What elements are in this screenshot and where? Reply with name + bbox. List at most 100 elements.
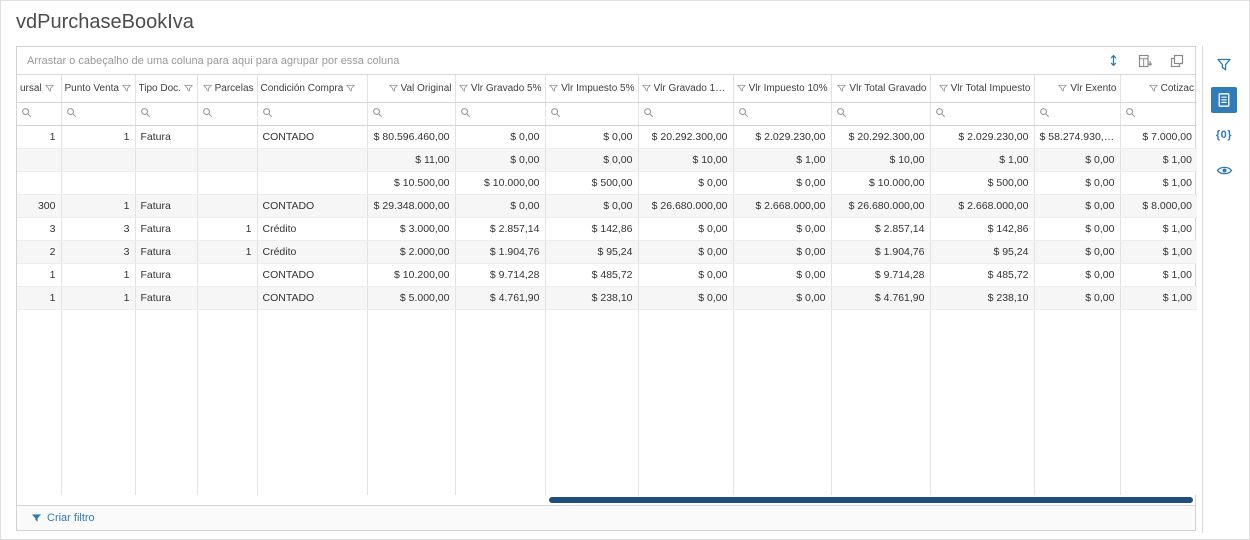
cell-cotizacion[interactable]: $ 1,00 xyxy=(1120,171,1197,194)
cell-val-original[interactable]: $ 2.000,00 xyxy=(367,240,455,263)
header-filter-icon[interactable] xyxy=(837,84,846,93)
table-row[interactable]: 23Fatura1Crédito$ 2.000,00$ 1.904,76$ 95… xyxy=(17,240,1197,263)
cell-vlr-impuesto-5[interactable]: $ 485,72 xyxy=(545,263,638,286)
table-row[interactable]: $ 11,00$ 0,00$ 0,00$ 10,00$ 1,00$ 10,00$… xyxy=(17,148,1197,171)
cell-vlr-impuesto-5[interactable]: $ 0,00 xyxy=(545,194,638,217)
cell-vlr-impuesto-10[interactable]: $ 0,00 xyxy=(733,240,831,263)
table-row[interactable]: 11FaturaCONTADO$ 5.000,00$ 4.761,90$ 238… xyxy=(17,286,1197,309)
header-filter-icon[interactable] xyxy=(642,84,651,93)
column-header-vlr-total-gravado[interactable]: Vlr Total Gravado xyxy=(831,75,930,102)
column-header-punto-venta[interactable]: Punto Venta xyxy=(61,75,135,102)
filter-cell-vlr-exento[interactable] xyxy=(1034,102,1120,125)
cell-vlr-total-impuesto[interactable]: $ 485,72 xyxy=(930,263,1034,286)
cell-parcelas[interactable] xyxy=(197,171,257,194)
cell-punto-venta[interactable]: 3 xyxy=(61,240,135,263)
cell-vlr-gravado-10[interactable]: $ 0,00 xyxy=(638,263,733,286)
filter-cell-val-original[interactable] xyxy=(367,102,455,125)
cell-punto-venta[interactable] xyxy=(61,171,135,194)
cell-vlr-total-gravado[interactable]: $ 26.680.000,00 xyxy=(831,194,930,217)
cell-tipo-doc[interactable]: Fatura xyxy=(135,217,197,240)
cell-vlr-exento[interactable]: $ 0,00 xyxy=(1034,263,1120,286)
column-header-cotizacion[interactable]: Cotizac xyxy=(1120,75,1197,102)
cell-punto-venta[interactable]: 1 xyxy=(61,194,135,217)
cell-sucursal[interactable]: 1 xyxy=(17,125,61,148)
cell-vlr-impuesto-5[interactable]: $ 95,24 xyxy=(545,240,638,263)
cell-vlr-gravado-5[interactable]: $ 1.904,76 xyxy=(455,240,545,263)
cell-cotizacion[interactable]: $ 8.000,00 xyxy=(1120,194,1197,217)
column-header-condicion-compra[interactable]: Condición Compra xyxy=(257,75,367,102)
cell-vlr-impuesto-10[interactable]: $ 0,00 xyxy=(733,171,831,194)
cell-vlr-impuesto-5[interactable]: $ 142,86 xyxy=(545,217,638,240)
cell-vlr-exento[interactable]: $ 0,00 xyxy=(1034,148,1120,171)
cell-parcelas[interactable] xyxy=(197,194,257,217)
cell-vlr-exento[interactable]: $ 0,00 xyxy=(1034,217,1120,240)
filter-cell-vlr-total-impuesto[interactable] xyxy=(930,102,1034,125)
filter-cell-vlr-impuesto-10[interactable] xyxy=(733,102,831,125)
cell-vlr-gravado-5[interactable]: $ 4.761,90 xyxy=(455,286,545,309)
header-filter-icon[interactable] xyxy=(1058,84,1067,93)
cell-val-original[interactable]: $ 29.348.000,00 xyxy=(367,194,455,217)
cell-condicion-compra[interactable]: CONTADO xyxy=(257,263,367,286)
preview-button[interactable] xyxy=(1211,157,1237,183)
cell-vlr-exento[interactable]: $ 0,00 xyxy=(1034,171,1120,194)
cell-vlr-total-gravado[interactable]: $ 4.761,90 xyxy=(831,286,930,309)
cell-vlr-gravado-10[interactable]: $ 0,00 xyxy=(638,240,733,263)
cell-vlr-impuesto-5[interactable]: $ 238,10 xyxy=(545,286,638,309)
cell-cotizacion[interactable]: $ 1,00 xyxy=(1120,217,1197,240)
cell-vlr-total-gravado[interactable]: $ 10,00 xyxy=(831,148,930,171)
cell-vlr-impuesto-10[interactable]: $ 2.029.230,00 xyxy=(733,125,831,148)
cell-vlr-total-gravado[interactable]: $ 2.857,14 xyxy=(831,217,930,240)
cell-val-original[interactable]: $ 3.000,00 xyxy=(367,217,455,240)
cell-vlr-total-gravado[interactable]: $ 10.000,00 xyxy=(831,171,930,194)
cell-sucursal[interactable]: 3 xyxy=(17,217,61,240)
column-header-val-original[interactable]: Val Original xyxy=(367,75,455,102)
cell-parcelas[interactable] xyxy=(197,263,257,286)
cell-vlr-impuesto-10[interactable]: $ 0,00 xyxy=(733,217,831,240)
filter-cell-punto-venta[interactable] xyxy=(61,102,135,125)
column-header-vlr-gravado-5[interactable]: Vlr Gravado 5% xyxy=(455,75,545,102)
filter-cell-vlr-gravado-5[interactable] xyxy=(455,102,545,125)
cell-condicion-compra[interactable] xyxy=(257,171,367,194)
cell-vlr-gravado-10[interactable]: $ 10,00 xyxy=(638,148,733,171)
grid-view-button[interactable] xyxy=(1211,87,1237,113)
fit-columns-icon[interactable] xyxy=(1103,51,1123,71)
cell-parcelas[interactable] xyxy=(197,148,257,171)
header-filter-icon[interactable] xyxy=(346,84,355,93)
cell-condicion-compra[interactable]: Crédito xyxy=(257,240,367,263)
cell-vlr-exento[interactable]: $ 0,00 xyxy=(1034,194,1120,217)
cell-vlr-impuesto-5[interactable]: $ 0,00 xyxy=(545,148,638,171)
cell-sucursal[interactable]: 1 xyxy=(17,263,61,286)
filter-cell-condicion-compra[interactable] xyxy=(257,102,367,125)
cell-vlr-total-gravado[interactable]: $ 20.292.300,00 xyxy=(831,125,930,148)
filter-cell-parcelas[interactable] xyxy=(197,102,257,125)
cell-tipo-doc[interactable]: Fatura xyxy=(135,194,197,217)
create-filter-link[interactable]: Criar filtro xyxy=(31,512,95,524)
cell-punto-venta[interactable]: 1 xyxy=(61,125,135,148)
cell-punto-venta[interactable]: 1 xyxy=(61,286,135,309)
cell-vlr-exento[interactable]: $ 0,00 xyxy=(1034,286,1120,309)
cell-sucursal[interactable]: 1 xyxy=(17,286,61,309)
cell-vlr-gravado-5[interactable]: $ 0,00 xyxy=(455,194,545,217)
column-header-vlr-impuesto-5[interactable]: Vlr Impuesto 5% xyxy=(545,75,638,102)
cell-punto-venta[interactable] xyxy=(61,148,135,171)
filter-cell-vlr-impuesto-5[interactable] xyxy=(545,102,638,125)
cell-val-original[interactable]: $ 10.500,00 xyxy=(367,171,455,194)
cell-vlr-gravado-10[interactable]: $ 26.680.000,00 xyxy=(638,194,733,217)
filter-cell-sucursal[interactable] xyxy=(17,102,61,125)
cell-cotizacion[interactable]: $ 7.000,00 xyxy=(1120,125,1197,148)
column-header-vlr-total-impuesto[interactable]: Vlr Total Impuesto xyxy=(930,75,1034,102)
table-row[interactable]: $ 10.500,00$ 10.000,00$ 500,00$ 0,00$ 0,… xyxy=(17,171,1197,194)
cell-condicion-compra[interactable]: Crédito xyxy=(257,217,367,240)
cell-cotizacion[interactable]: $ 1,00 xyxy=(1120,148,1197,171)
scrollbar-thumb[interactable] xyxy=(549,497,1192,503)
filter-cell-vlr-total-gravado[interactable] xyxy=(831,102,930,125)
cell-vlr-total-impuesto[interactable]: $ 1,00 xyxy=(930,148,1034,171)
cell-val-original[interactable]: $ 5.000,00 xyxy=(367,286,455,309)
cell-cotizacion[interactable]: $ 1,00 xyxy=(1120,263,1197,286)
cell-punto-venta[interactable]: 3 xyxy=(61,217,135,240)
cell-vlr-gravado-10[interactable]: $ 0,00 xyxy=(638,217,733,240)
cell-vlr-gravado-10[interactable]: $ 0,00 xyxy=(638,286,733,309)
filter-cell-tipo-doc[interactable] xyxy=(135,102,197,125)
filter-builder-button[interactable] xyxy=(1211,52,1237,78)
cell-tipo-doc[interactable]: Fatura xyxy=(135,240,197,263)
